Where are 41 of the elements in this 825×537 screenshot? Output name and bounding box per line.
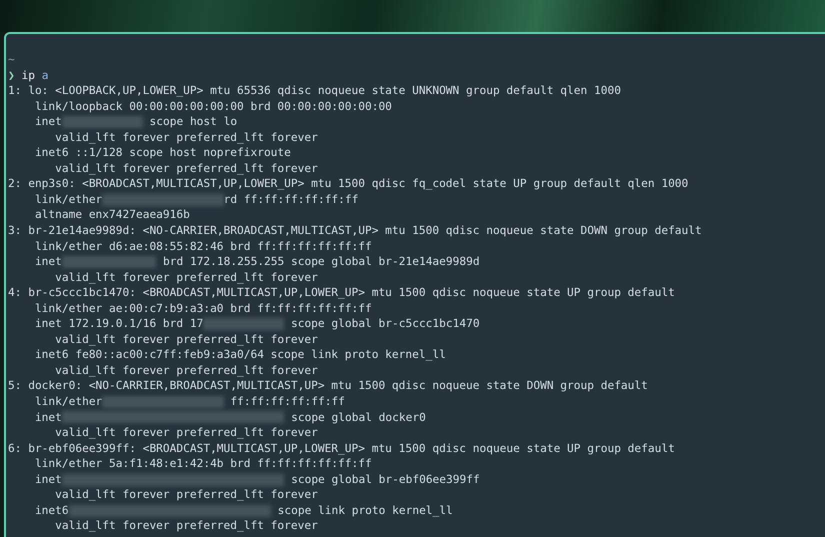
- output-text: ff:ff:ff:ff:ff:ff: [229, 394, 345, 410]
- output-line: link/ether d6:ae:08:55:82:46 brd ff:ff:ff:ff:ff:ff: [34, 238, 372, 254]
- prompt-symbol: ❯: [8, 68, 15, 82]
- output-line: altname enx7427eaea916b: [34, 207, 190, 224]
- output-text: link/ether: [34, 394, 102, 410]
- output-line: valid_lft forever preferred_lft forever: [54, 160, 318, 176]
- command-text: ip: [22, 68, 35, 82]
- output-text: inet6: [34, 502, 69, 518]
- output-text: scope global br-ebf06ee399ff: [290, 472, 480, 488]
- output-line: valid_lft forever preferred_lft forever: [54, 130, 318, 146]
- output-line: 4: br-c5ccc1bc1470: <BROADCAST,MULTICAST,UP,LOWER_UP> mtu 1500 qdisc noqueue state UP group default: [8, 285, 675, 301]
- output-text: rd ff:ff:ff:ff:ff:ff: [224, 192, 358, 208]
- output-line: inet6 ::1/128 scope host noprefixroute: [34, 145, 291, 161]
- output-line: valid_lft forever preferred_lft forever: [54, 270, 318, 286]
- output-line: valid_lft forever preferred_lft forever: [54, 425, 318, 441]
- output-text: inet: [34, 254, 62, 270]
- output-line: 5: docker0: <NO-CARRIER,BROADCAST,MULTICAST,UP> mtu 1500 qdisc noqueue state DOWN group default: [8, 378, 648, 394]
- output-line: 3: br-21e14ae9989d: <NO-CARRIER,BROADCAST,MULTICAST,UP> mtu 1500 qdisc noqueue state DOWN group default: [8, 223, 702, 239]
- output-text: scope global docker0: [290, 410, 426, 426]
- output-line: inet6 fe80::ac00:c7ff:feb9:a3a0/64 scope link proto kernel_ll: [34, 347, 446, 363]
- output-text: link/ether: [34, 192, 102, 208]
- command-argument: a: [42, 68, 48, 82]
- output-line: link/ether 5a:f1:48:e1:42:4b brd ff:ff:ff:ff:ff:ff: [34, 456, 372, 472]
- output-text: inet: [34, 410, 62, 426]
- output-text: brd 172.18.255.255 scope global br-21e14ae9989d: [162, 254, 480, 270]
- output-text: scope link proto kernel_ll: [276, 502, 453, 518]
- output-line: valid_lft forever preferred_lft forever: [54, 362, 318, 378]
- output-line: 6: br-ebf06ee399ff: <BROADCAST,MULTICAST,UP,LOWER_UP> mtu 1500 qdisc noqueue state UP group default: [8, 440, 675, 456]
- output-text: scope global br-c5ccc1bc1470: [290, 316, 480, 332]
- current-directory: ~: [8, 52, 15, 68]
- output-text: inet: [34, 472, 62, 488]
- output-line: link/ether ae:00:c7:b9:a3:a0 brd ff:ff:ff:ff:ff:ff: [34, 300, 372, 316]
- output-line: valid_lft forever preferred_lft forever: [54, 487, 318, 503]
- output-text: scope host lo: [148, 114, 238, 130]
- output-text: inet: [34, 114, 62, 130]
- output-line: 2: enp3s0: <BROADCAST,MULTICAST,UP,LOWER_UP> mtu 1500 qdisc fq_codel state UP group default qlen 1000: [8, 176, 688, 192]
- output-line: link/loopback 00:00:00:00:00:00 brd 00:00:00:00:00:00: [34, 98, 392, 114]
- output-text: inet 172.19.0.1/16 brd 17: [34, 316, 204, 332]
- output-line: 1: lo: <LOOPBACK,UP,LOWER_UP> mtu 65536 qdisc noqueue state UNKNOWN group default qlen 1000: [8, 83, 621, 99]
- output-line: valid_lft forever preferred_lft forever: [54, 518, 318, 534]
- output-line: valid_lft forever preferred_lft forever: [54, 332, 318, 348]
